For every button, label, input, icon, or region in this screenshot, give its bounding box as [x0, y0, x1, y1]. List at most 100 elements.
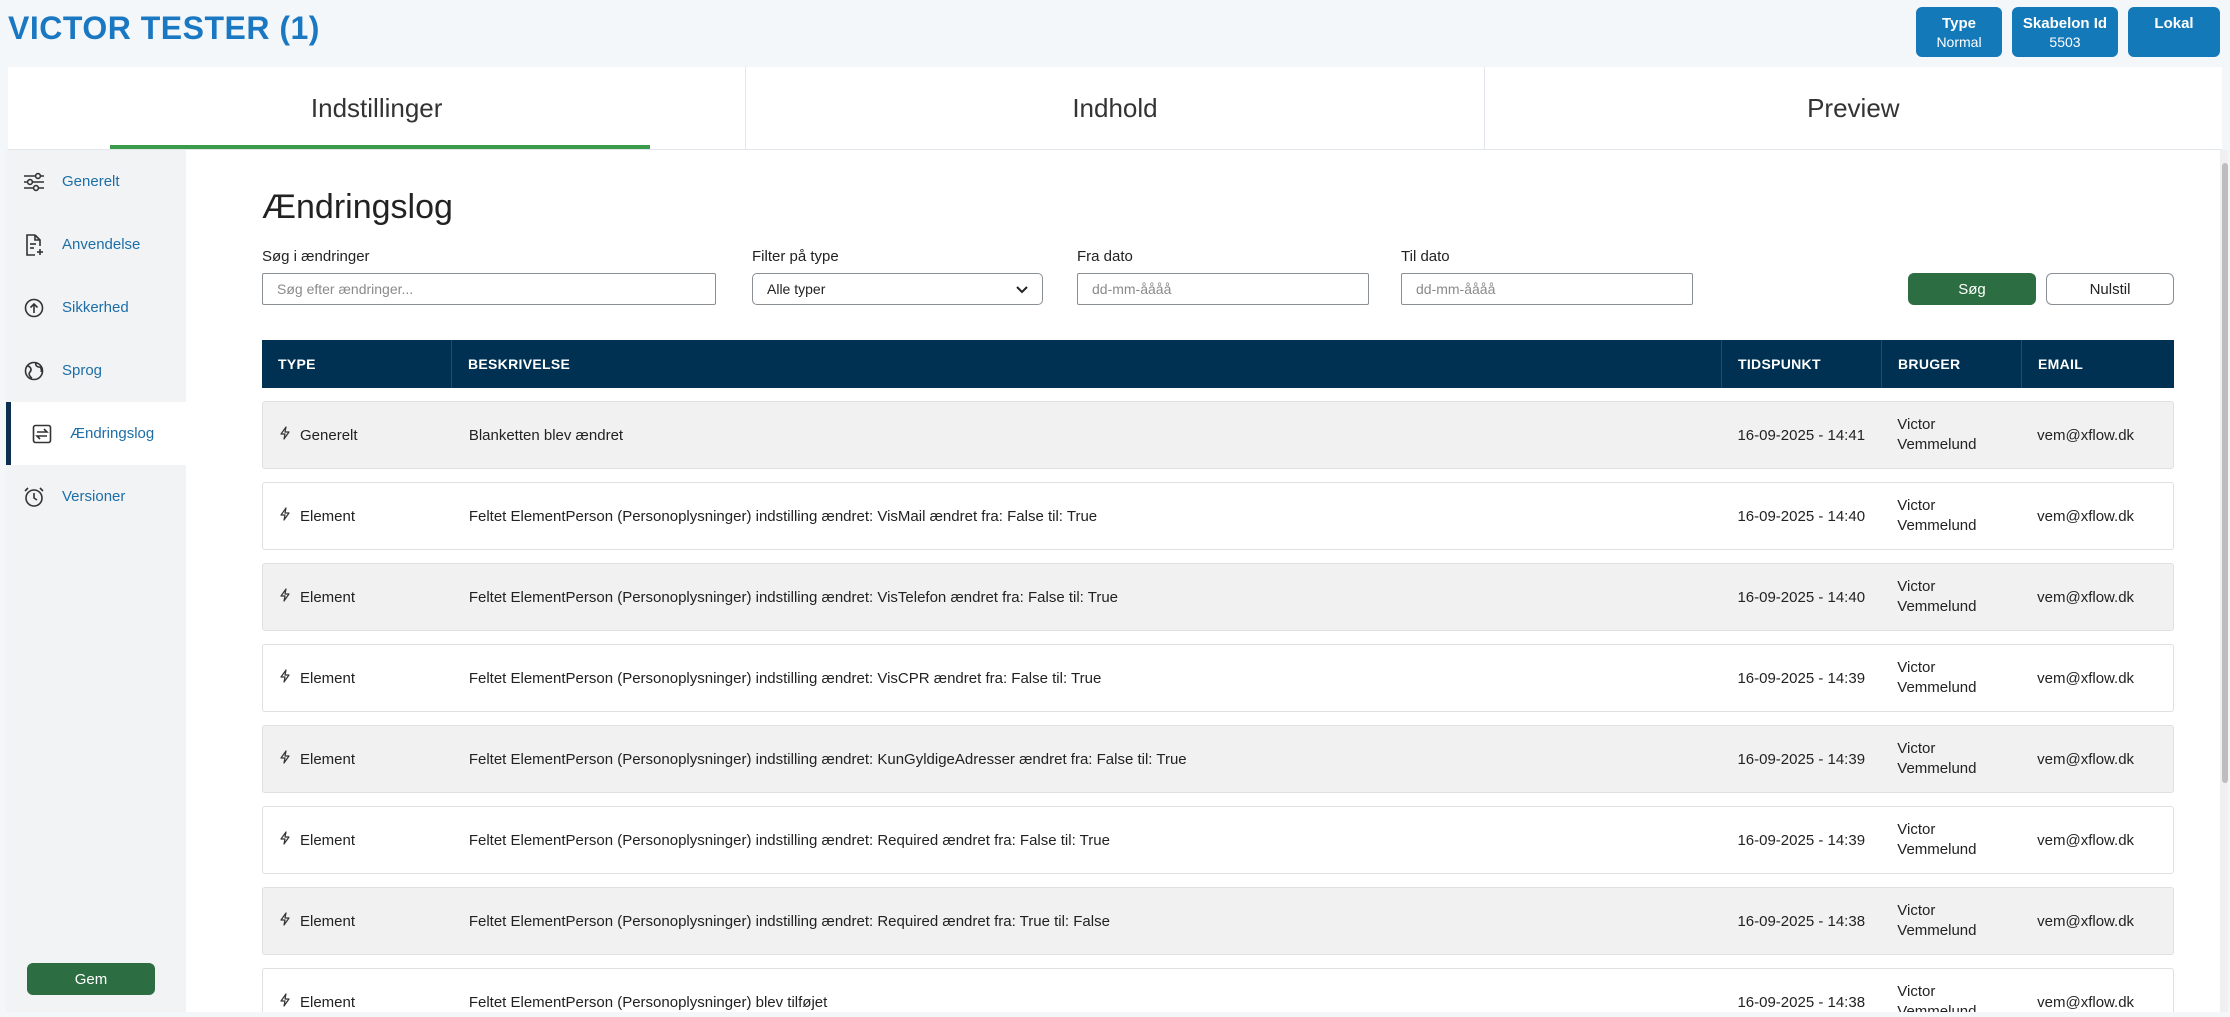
cell-type-label: Element: [300, 993, 356, 1011]
cell-type-label: Element: [300, 912, 356, 930]
cell-type-label: Element: [300, 507, 356, 525]
swap-icon: [30, 422, 54, 446]
cell-type: Element: [263, 750, 453, 768]
cell-type: Element: [263, 831, 453, 849]
cell-email: vem@xflow.dk: [2037, 426, 2135, 444]
cell-user-name: Victor Vemmelund: [1897, 497, 1977, 534]
sidebar: Generelt Anvendelse Sikkerhed Sprog Ændr…: [6, 150, 186, 1012]
table-row[interactable]: Element Feltet ElementPerson (Personoply…: [262, 482, 2174, 550]
cell-email: vem@xflow.dk: [2037, 993, 2135, 1011]
type-badge-value: Normal: [1936, 34, 1982, 50]
sliders-icon: [22, 170, 46, 194]
cell-type: Element: [263, 912, 453, 930]
cell-time: 16-09-2025 - 14:38: [1737, 993, 1866, 1011]
sidebar-item-anvendelse[interactable]: Anvendelse: [6, 213, 186, 276]
cell-time: 16-09-2025 - 14:39: [1737, 669, 1866, 687]
table-body: Generelt Blanketten blev ændret 16-09-20…: [262, 401, 2174, 1012]
template-id-badge-title: Skabelon Id: [2022, 15, 2108, 32]
lokal-badge[interactable]: Lokal: [2128, 7, 2220, 57]
column-header-user[interactable]: BRUGER: [1882, 340, 2022, 388]
cell-user: Victor Vemmelund: [1881, 901, 2021, 941]
scrollbar-thumb[interactable]: [2222, 163, 2228, 783]
cell-email: vem@xflow.dk: [2037, 588, 2135, 606]
cell-type-label: Element: [300, 669, 356, 687]
cell-type: Element: [263, 993, 453, 1011]
type-badge[interactable]: Type Normal: [1916, 7, 2002, 57]
save-button[interactable]: Gem: [27, 963, 155, 995]
main-tabs: Indstillinger Indhold Preview: [8, 67, 2222, 150]
bolt-icon: [279, 426, 300, 444]
cell-user: Victor Vemmelund: [1881, 820, 2021, 860]
column-header-description[interactable]: BESKRIVELSE: [452, 340, 1722, 388]
search-input[interactable]: [262, 273, 716, 305]
cell-description: Feltet ElementPerson (Personoplysninger)…: [468, 507, 1098, 525]
type-badge-title: Type: [1942, 15, 1976, 32]
cell-user-name: Victor Vemmelund: [1897, 902, 1977, 939]
table-row[interactable]: Element Feltet ElementPerson (Personoply…: [262, 725, 2174, 793]
table-row[interactable]: Generelt Blanketten blev ændret 16-09-20…: [262, 401, 2174, 469]
column-header-email[interactable]: EMAIL: [2022, 340, 2174, 388]
sidebar-item-sikkerhed[interactable]: Sikkerhed: [6, 276, 186, 339]
sidebar-item-aendringslog[interactable]: Ændringslog: [6, 402, 186, 465]
column-header-time[interactable]: TIDSPUNKT: [1722, 340, 1882, 388]
type-filter-value: Alle typer: [767, 281, 826, 297]
header-badges: Type Normal Skabelon Id 5503 Lokal: [1916, 7, 2220, 57]
cell-user-name: Victor Vemmelund: [1897, 983, 1977, 1012]
sidebar-item-label: Anvendelse: [62, 236, 141, 253]
cell-time: 16-09-2025 - 14:41: [1737, 426, 1866, 444]
table-row[interactable]: Element Feltet ElementPerson (Personoply…: [262, 806, 2174, 874]
tab-indhold[interactable]: Indhold: [746, 67, 1485, 149]
reset-button[interactable]: Nulstil: [2046, 273, 2174, 305]
table-row[interactable]: Element Feltet ElementPerson (Personoply…: [262, 968, 2174, 1012]
cell-type-label: Generelt: [300, 426, 358, 444]
page-title: Ændringslog: [262, 188, 453, 226]
type-filter-select[interactable]: Alle typer: [752, 273, 1043, 305]
cell-user-name: Victor Vemmelund: [1897, 416, 1977, 453]
table-row[interactable]: Element Feltet ElementPerson (Personoply…: [262, 644, 2174, 712]
sidebar-item-versioner[interactable]: Versioner: [6, 465, 186, 528]
cell-user-name: Victor Vemmelund: [1897, 578, 1977, 615]
bolt-icon: [279, 831, 300, 849]
chevron-down-icon: [1016, 281, 1028, 297]
lokal-badge-title: Lokal: [2154, 15, 2194, 32]
sidebar-item-generelt[interactable]: Generelt: [6, 150, 186, 213]
cell-description: Blanketten blev ændret: [468, 426, 624, 444]
cell-type-label: Element: [300, 750, 356, 768]
globe-icon: [22, 359, 46, 383]
search-button[interactable]: Søg: [1908, 273, 2036, 305]
cell-user-name: Victor Vemmelund: [1897, 740, 1977, 777]
cell-time: 16-09-2025 - 14:39: [1737, 750, 1866, 768]
cell-description: Feltet ElementPerson (Personoplysninger)…: [468, 750, 1187, 768]
cell-type-label: Element: [300, 588, 356, 606]
cell-description: Feltet ElementPerson (Personoplysninger)…: [468, 912, 1110, 930]
cell-description: Feltet ElementPerson (Personoplysninger)…: [468, 588, 1119, 606]
table-row[interactable]: Element Feltet ElementPerson (Personoply…: [262, 563, 2174, 631]
cell-time: 16-09-2025 - 14:40: [1737, 588, 1866, 606]
file-add-icon: [22, 233, 46, 257]
cell-type: Element: [263, 669, 453, 687]
bolt-icon: [279, 507, 300, 525]
content-area: Generelt Anvendelse Sikkerhed Sprog Ændr…: [6, 150, 2220, 1012]
table-row[interactable]: Element Feltet ElementPerson (Personoply…: [262, 887, 2174, 955]
column-header-type[interactable]: TYPE: [262, 340, 452, 388]
app-title: VICTOR TESTER (1): [8, 10, 320, 46]
to-date-input[interactable]: [1401, 273, 1693, 305]
cell-user: Victor Vemmelund: [1881, 739, 2021, 779]
cell-description: Feltet ElementPerson (Personoplysninger)…: [468, 831, 1110, 849]
from-date-label: Fra dato: [1077, 248, 1133, 265]
tab-indstillinger[interactable]: Indstillinger: [8, 67, 747, 149]
cell-description: Feltet ElementPerson (Personoplysninger)…: [468, 993, 828, 1011]
sidebar-item-label: Sprog: [62, 362, 103, 379]
sidebar-item-label: Generelt: [62, 173, 120, 190]
bolt-icon: [279, 993, 300, 1011]
change-log-table: TYPE BESKRIVELSE TIDSPUNKT BRUGER EMAIL …: [262, 340, 2174, 1012]
cell-time: 16-09-2025 - 14:40: [1737, 507, 1866, 525]
cell-user-name: Victor Vemmelund: [1897, 821, 1977, 858]
template-id-badge-value: 5503: [2049, 34, 2081, 50]
tab-preview[interactable]: Preview: [1485, 67, 2222, 149]
cell-user-name: Victor Vemmelund: [1897, 659, 1977, 696]
sidebar-item-sprog[interactable]: Sprog: [6, 339, 186, 402]
template-id-badge[interactable]: Skabelon Id 5503: [2012, 7, 2118, 57]
cell-email: vem@xflow.dk: [2037, 750, 2135, 768]
from-date-input[interactable]: [1077, 273, 1369, 305]
